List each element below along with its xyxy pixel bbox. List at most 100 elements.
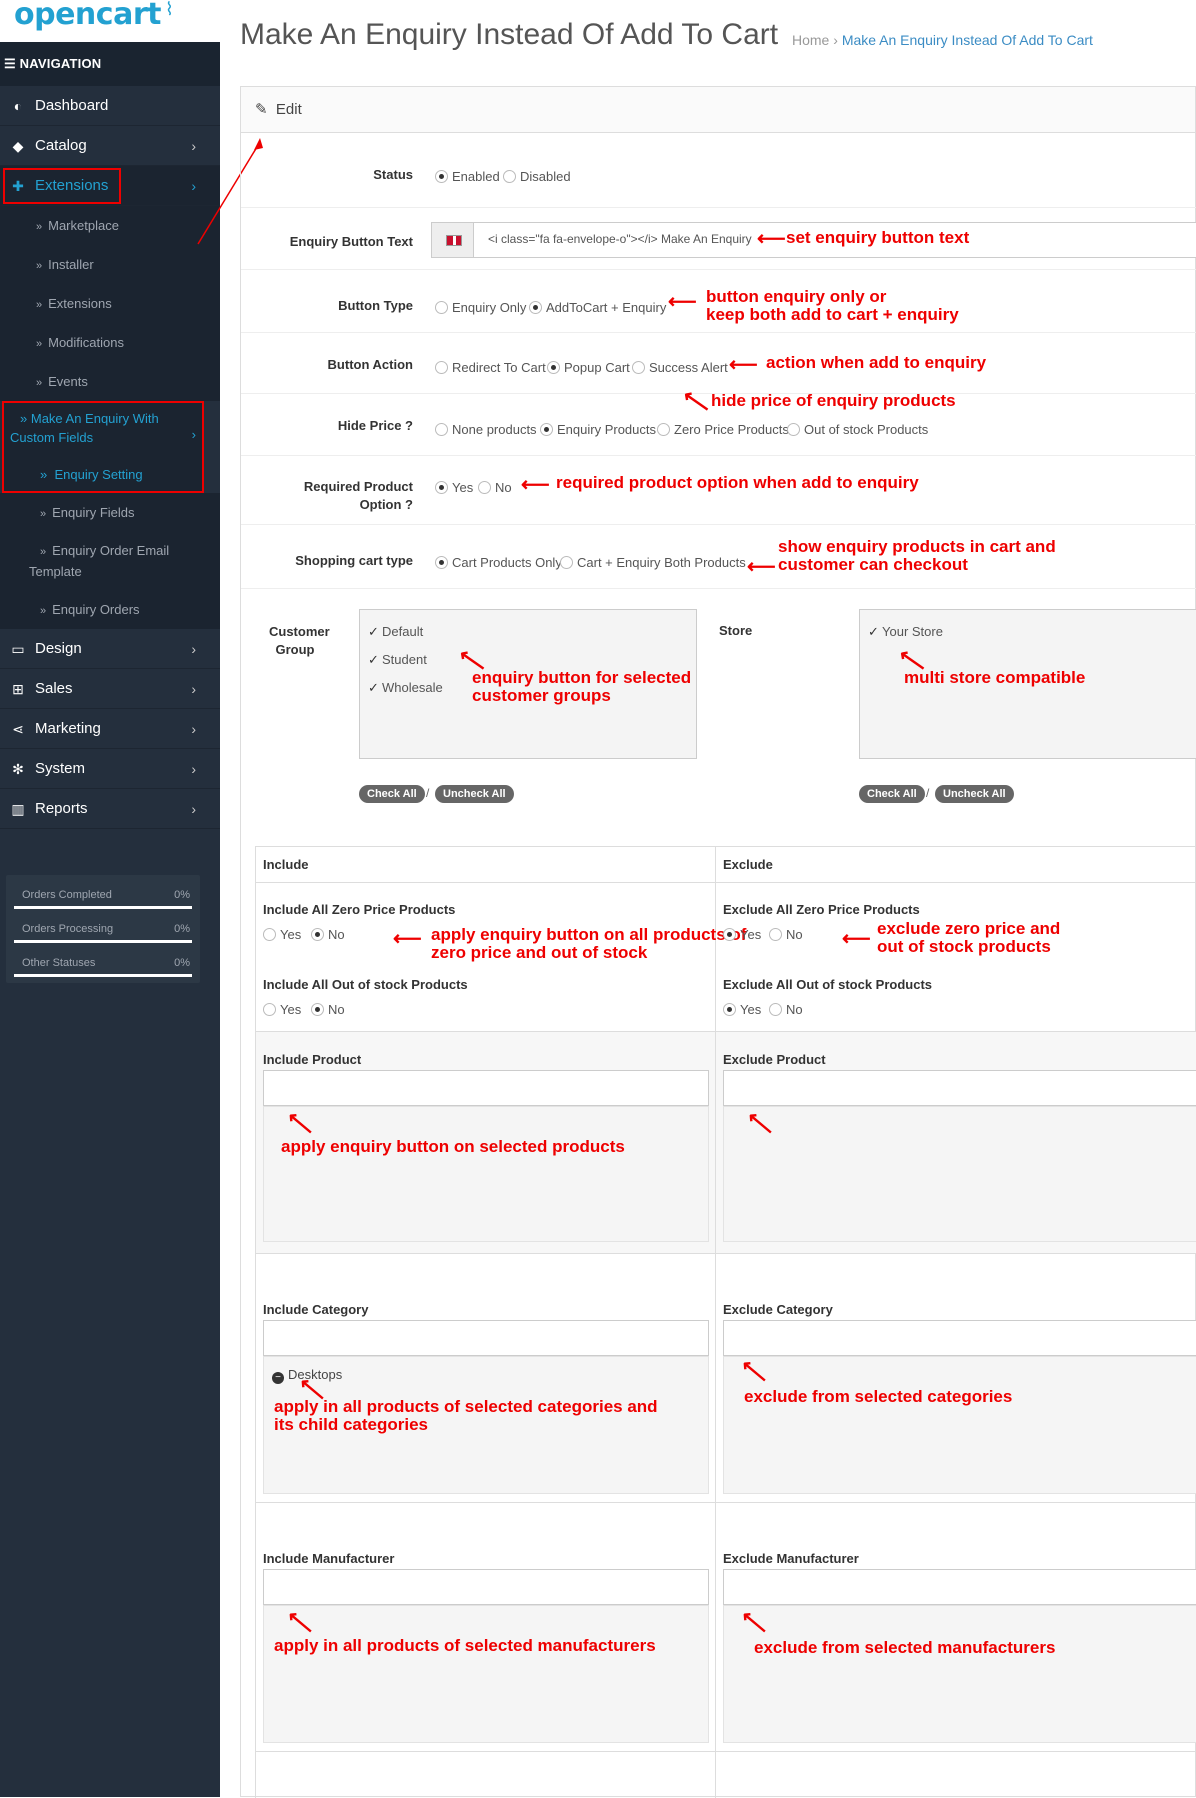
store-label: Store [719, 623, 753, 638]
radio-required-yes[interactable]: Yes [435, 480, 473, 495]
radio-cart-products-only[interactable]: Cart Products Only [435, 555, 562, 570]
sidebar-item-design[interactable]: ▭ Design › [0, 629, 220, 669]
annotation-include-category-1: apply in all products of selected catego… [274, 1397, 658, 1416]
radio-exclude-zero-yes[interactable]: Yes [723, 927, 761, 942]
sidebar-subitem-enquiry-email-template[interactable]: » Enquiry Order Email Template [0, 532, 220, 590]
button-type-label: Button Type [338, 298, 413, 313]
radio-button-type-enquiry-only[interactable]: Enquiry Only [435, 300, 526, 315]
checkbox-group-wholesale[interactable]: ✓ Wholesale [368, 680, 443, 696]
annotation-include-manufacturer: apply in all products of selected manufa… [274, 1636, 656, 1655]
radio-hide-price-oos[interactable]: Out of stock Products [787, 422, 928, 437]
sidebar-subitem-enquiry-orders[interactable]: » Enquiry Orders [0, 590, 220, 629]
sidebar-item-label: System [35, 760, 86, 777]
checkbox-store-your-store[interactable]: ✓ Your Store [868, 624, 943, 640]
radio-include-oos-no[interactable]: No [311, 1002, 345, 1017]
include-product-input[interactable] [263, 1070, 709, 1106]
navigation-header-label: NAVIGATION [19, 56, 102, 71]
radio-status-disabled[interactable]: Disabled [503, 169, 571, 184]
minus-circle-icon[interactable]: − [272, 1372, 284, 1384]
sidebar-subitem-label: Marketplace [48, 218, 119, 233]
exclude-zero-label: Exclude All Zero Price Products [723, 902, 920, 917]
sidebar-subitem-installer[interactable]: » Installer [0, 245, 220, 284]
navigation-header[interactable]: ☰ NAVIGATION [0, 42, 220, 86]
annotation-exclude-zero-2: out of stock products [877, 937, 1051, 956]
cog-icon: ✻ [12, 761, 24, 777]
sidebar-subitem-marketplace[interactable]: » Marketplace [0, 206, 220, 245]
sidebar-item-extensions[interactable]: ✚ Extensions › [0, 166, 220, 206]
breadcrumb-current[interactable]: Make An Enquiry Instead Of Add To Cart [842, 32, 1093, 48]
opencart-logo[interactable]: opencart ⌇ [0, 0, 220, 42]
annotation-include-zero-2: zero price and out of stock [431, 943, 648, 962]
check-all-store-button[interactable]: Check All [859, 785, 925, 803]
annotation-customer-group-1: enquiry button for selected [472, 668, 692, 687]
exclude-oos-label: Exclude All Out of stock Products [723, 977, 932, 992]
sidebar-subitem-label: Make An Enquiry With Custom Fields [10, 411, 159, 445]
enquiry-group-highlight: » Make An Enquiry With Custom Fields › »… [2, 401, 204, 493]
store-list: ✓ Your Store ⟵ multi store compatible [859, 609, 1196, 759]
radio-include-oos-yes[interactable]: Yes [263, 1002, 301, 1017]
radio-action-popup-cart[interactable]: Popup Cart [547, 360, 630, 375]
annotation-exclude-category: exclude from selected categories [744, 1387, 1013, 1406]
radio-action-redirect-cart[interactable]: Redirect To Cart [435, 360, 546, 375]
checkbox-group-default[interactable]: ✓ Default [368, 624, 423, 640]
radio-exclude-zero-no[interactable]: No [769, 927, 803, 942]
radio-include-zero-no[interactable]: No [311, 927, 345, 942]
sidebar-subitem-enquiry-group[interactable]: » Make An Enquiry With Custom Fields [10, 409, 190, 447]
chevron-right-icon: › [191, 427, 196, 442]
check-all-group-button[interactable]: Check All [359, 785, 425, 803]
exclude-category-label: Exclude Category [723, 1302, 833, 1317]
radio-button-type-addtocart-enquiry[interactable]: AddToCart + Enquiry [529, 300, 666, 315]
radio-include-zero-yes[interactable]: Yes [263, 927, 301, 942]
logo-text: opencart [14, 0, 161, 32]
exclude-category-input[interactable] [723, 1320, 1196, 1356]
sidebar-subitem-label: Events [48, 374, 88, 389]
puzzle-icon: ✚ [12, 178, 24, 194]
sidebar-item-sales[interactable]: ⊞ Sales › [0, 669, 220, 709]
chevron-right-icon: › [191, 761, 196, 777]
radio-hide-price-enquiry[interactable]: Enquiry Products [540, 422, 656, 437]
radio-exclude-oos-no[interactable]: No [769, 1002, 803, 1017]
sidebar-item-reports[interactable]: ▥ Reports › [0, 789, 220, 829]
radio-hide-price-none[interactable]: None products [435, 422, 537, 437]
order-status-box: Orders Completed 0% Orders Processing 0% O… [6, 875, 200, 983]
sidebar-item-dashboard[interactable]: ◐ Dashboard [0, 86, 220, 126]
sidebar-item-system[interactable]: ✻ System › [0, 749, 220, 789]
sidebar-item-catalog[interactable]: ◆ Catalog › [0, 126, 220, 166]
radio-required-no[interactable]: No [478, 480, 512, 495]
radio-action-success-alert[interactable]: Success Alert [632, 360, 728, 375]
include-product-label: Include Product [263, 1052, 362, 1067]
cart-icon: ⊞ [12, 681, 24, 697]
uncheck-all-store-button[interactable]: Uncheck All [935, 785, 1014, 803]
exclude-product-input[interactable] [723, 1070, 1196, 1106]
uncheck-all-group-button[interactable]: Uncheck All [435, 785, 514, 803]
include-category-list: − Desktops ⟵ apply in all products of sel… [263, 1356, 709, 1494]
sidebar-subitem-events[interactable]: » Events [0, 362, 220, 401]
exclude-category-list: ⟵ exclude from selected categories [723, 1354, 1196, 1494]
radio-exclude-oos-yes[interactable]: Yes [723, 1002, 761, 1017]
include-manufacturer-input[interactable] [263, 1569, 709, 1605]
radio-cart-enquiry-both[interactable]: Cart + Enquiry Both Products [560, 555, 746, 570]
sidebar-subitem-modifications[interactable]: » Modifications [0, 323, 220, 362]
include-product-list: ⟵ apply enquiry button on selected produ… [263, 1106, 709, 1242]
annotation-exclude-zero-1: exclude zero price and [877, 919, 1061, 938]
sidebar-subitem-extensions[interactable]: » Extensions [0, 284, 220, 323]
breadcrumb-home[interactable]: Home [792, 32, 829, 48]
exclude-product-list: ⟵ [723, 1106, 1196, 1242]
include-manufacturer-list: ⟵ apply in all products of selected manu… [263, 1605, 709, 1743]
exclude-title: Exclude [723, 857, 773, 872]
sidebar-subitem-label: Enquiry Setting [54, 467, 143, 482]
sidebar-subitem-enquiry-setting[interactable]: » Enquiry Setting [40, 467, 143, 482]
annotation-exclude-manufacturer: exclude from selected manufacturers [754, 1638, 1056, 1657]
annotation-customer-group-2: customer groups [472, 686, 611, 705]
sidebar-subitem-enquiry-fields[interactable]: » Enquiry Fields [0, 493, 220, 532]
radio-status-enabled[interactable]: Enabled [435, 169, 500, 184]
stat-orders-processing: Orders Processing 0% [14, 915, 192, 949]
checkbox-group-student[interactable]: ✓ Student [368, 652, 427, 668]
include-category-input[interactable] [263, 1320, 709, 1356]
sidebar-item-marketing[interactable]: ⋖ Marketing › [0, 709, 220, 749]
sidebar-subitem-label: Enquiry Fields [52, 505, 135, 520]
button-text-label: Enquiry Button Text [289, 234, 413, 249]
radio-hide-price-zero[interactable]: Zero Price Products [657, 422, 789, 437]
exclude-manufacturer-input[interactable] [723, 1569, 1196, 1605]
required-option-label: Required Product Option ? [303, 479, 413, 512]
